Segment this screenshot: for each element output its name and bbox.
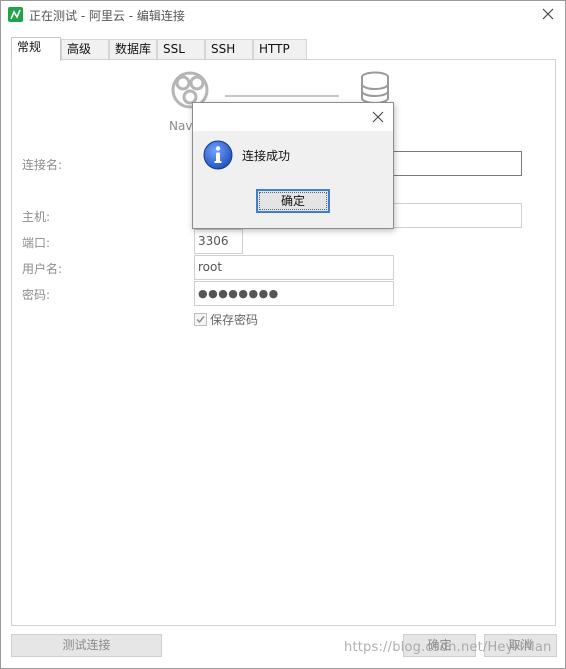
password-label: 密码: [22,288,51,302]
host-label: 主机: [22,210,51,224]
test-connection-button[interactable]: 测试连接 [11,634,162,657]
navicat-label: Nav [169,119,193,133]
port-input[interactable]: 3306 [194,229,243,254]
dialog-message: 连接成功 [242,149,291,163]
host-input[interactable] [393,203,522,228]
window-close-icon[interactable] [539,5,557,23]
navicat-app-icon [8,7,23,22]
save-password-checkbox[interactable] [194,313,207,326]
username-input[interactable]: root [194,255,394,280]
checkmark-icon [196,316,205,324]
edit-connection-window: 正在测试 - 阿里云 - 编辑连接 常规 高级 数据库 SSL SSH HTTP [0,0,566,669]
connection-line [225,95,339,97]
dialog-ok-label: 确定 [280,194,305,208]
tab-ssl[interactable]: SSL [157,39,205,60]
tab-database[interactable]: 数据库 [109,39,157,60]
dialog-close-icon[interactable] [371,110,385,124]
connection-success-dialog: 连接成功 确定 [192,102,394,229]
info-icon [203,140,233,170]
dialog-titlebar [193,103,393,131]
tab-ssh[interactable]: SSH [205,39,253,60]
password-input[interactable]: ●●●●●●●● [194,281,394,306]
port-label: 端口: [22,236,51,250]
username-label: 用户名: [22,262,63,276]
tab-http[interactable]: HTTP [253,39,307,60]
tab-advanced[interactable]: 高级 [61,39,109,60]
window-titlebar: 正在测试 - 阿里云 - 编辑连接 [1,1,565,29]
connection-name-input[interactable] [393,151,522,176]
dialog-ok-button[interactable]: 确定 [256,189,330,213]
tab-general[interactable]: 常规 [11,37,61,61]
save-password-label: 保存密码 [210,313,259,327]
connection-name-label: 连接名: [22,158,63,172]
window-title: 正在测试 - 阿里云 - 编辑连接 [29,9,185,23]
watermark-text: https://blog.csdn.net/HeyHMan [344,640,552,655]
